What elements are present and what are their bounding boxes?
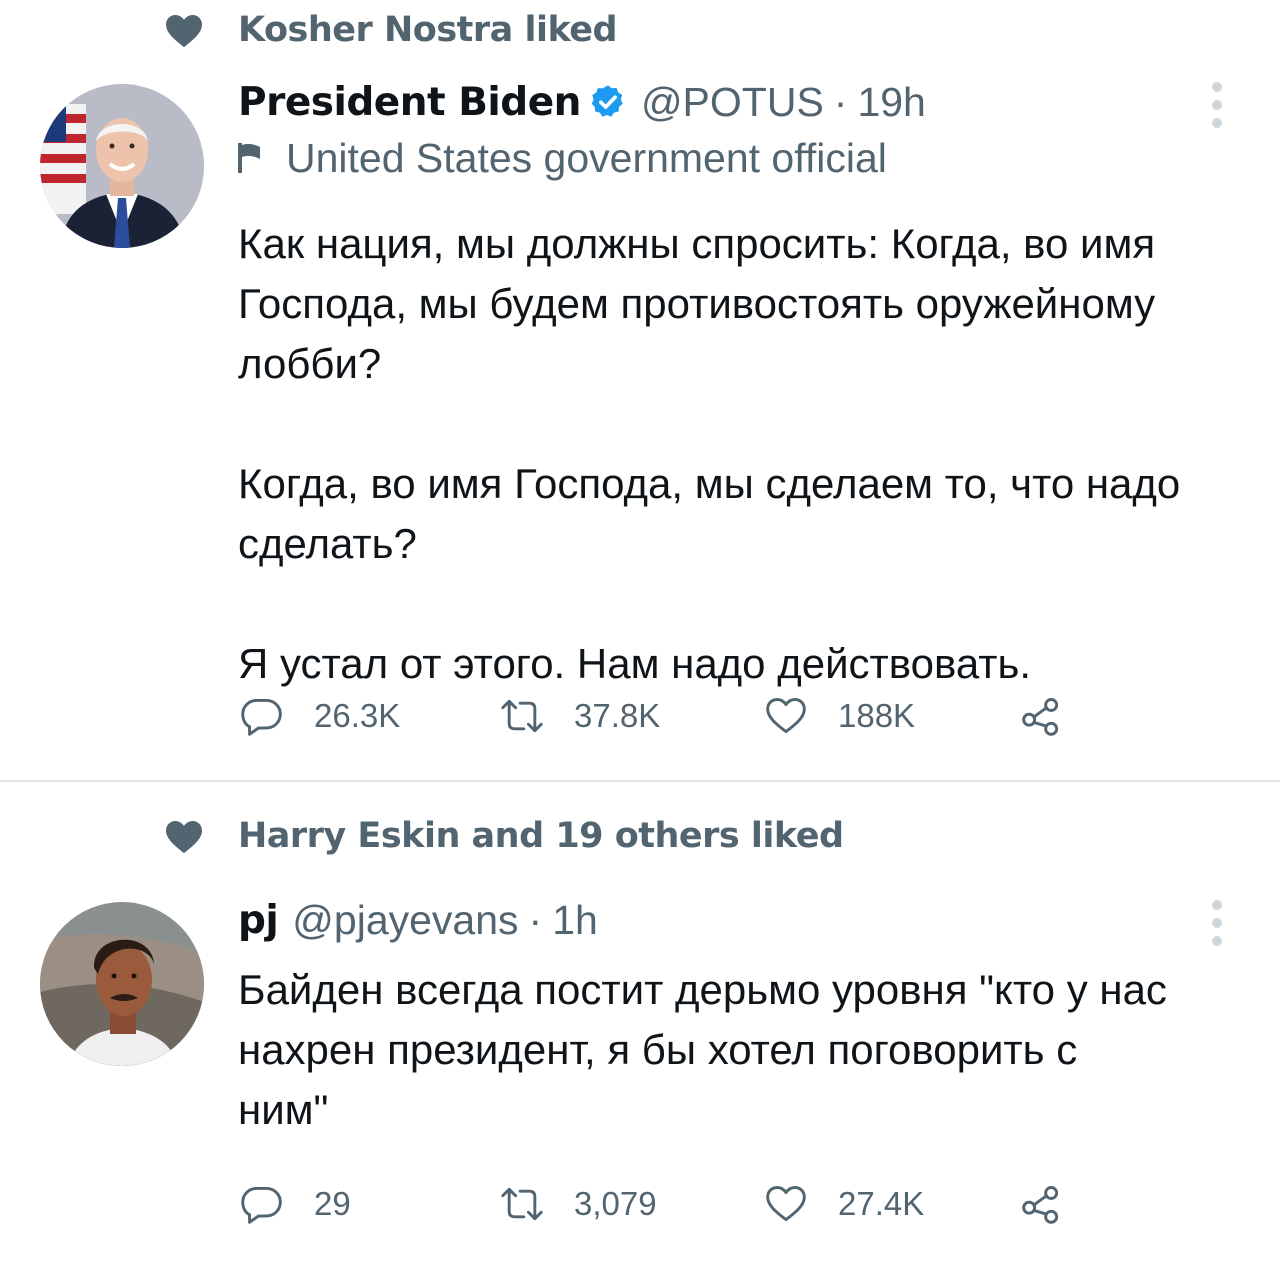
tweet-time[interactable]: 19h — [857, 79, 925, 126]
avatar[interactable] — [40, 902, 204, 1066]
tweet-time[interactable]: 1h — [552, 897, 598, 944]
tweet-paragraph: Я устал от этого. Нам надо действовать. — [238, 640, 1032, 687]
like-count: 27.4K — [838, 1185, 925, 1222]
tweet-content: pj @pjayevans · 1h Байден всегда постит … — [238, 892, 1198, 1140]
heart-icon — [166, 820, 202, 854]
avatar-photo — [40, 902, 204, 1066]
retweet-button[interactable]: 37.8K — [500, 694, 660, 738]
social-context: Kosher Nostra liked — [164, 10, 618, 50]
social-context-text: Harry Eskin and 19 others liked — [238, 816, 844, 856]
verified-badge-icon — [591, 85, 623, 117]
social-context-text: Kosher Nostra liked — [238, 10, 618, 50]
tweet-paragraph: Как нация, мы должны спросить: Когда, во… — [238, 220, 1156, 387]
tweet[interactable]: Harry Eskin and 19 others liked pj @pjay… — [0, 782, 1280, 1263]
retweet-icon — [501, 699, 543, 733]
reply-count: 29 — [314, 1185, 351, 1222]
tweet-content: President Biden @POTUS · 19h United Stat… — [238, 74, 1238, 694]
tweet-header: pj @pjayevans · 1h — [238, 892, 1198, 948]
reply-button[interactable]: 26.3K — [240, 694, 400, 738]
heart-icon — [166, 14, 202, 48]
avatar-photo — [40, 84, 204, 248]
social-context: Harry Eskin and 19 others liked — [164, 816, 844, 856]
like-icon — [766, 698, 806, 734]
tweet-paragraph: Байден всегда постит дерьмо уровня "кто … — [238, 966, 1167, 1133]
retweet-count: 37.8K — [574, 697, 661, 734]
account-label-text: United States government official — [286, 134, 887, 181]
retweet-button[interactable]: 3,079 — [500, 1182, 657, 1226]
tweet[interactable]: Kosher Nostra liked President Biden @POT… — [0, 0, 1280, 780]
like-button[interactable]: 188K — [764, 694, 915, 738]
share-icon — [1022, 698, 1059, 736]
more-icon[interactable] — [1212, 82, 1224, 136]
author-handle[interactable]: @POTUS — [641, 79, 824, 126]
retweet-icon — [501, 1187, 543, 1221]
tweet-text: Байден всегда постит дерьмо уровня "кто … — [238, 960, 1178, 1140]
tweet-header: President Biden @POTUS · 19h — [238, 74, 1238, 130]
reply-icon — [241, 1186, 282, 1224]
reply-icon — [241, 698, 282, 736]
separator-dot: · — [528, 896, 543, 943]
like-button[interactable]: 27.4K — [764, 1182, 924, 1226]
tweet-paragraph: Когда, во имя Господа, мы сделаем то, чт… — [238, 460, 1181, 567]
author-name[interactable]: President Biden — [238, 80, 581, 125]
like-count: 188K — [838, 697, 916, 734]
reply-button[interactable]: 29 — [240, 1182, 351, 1226]
author-handle[interactable]: @pjayevans — [292, 897, 518, 944]
flag-icon — [238, 143, 260, 173]
share-icon — [1022, 1186, 1059, 1224]
like-icon — [766, 1186, 806, 1222]
share-button[interactable] — [1020, 1182, 1064, 1226]
author-name[interactable]: pj — [238, 898, 279, 943]
reply-count: 26.3K — [314, 697, 401, 734]
share-button[interactable] — [1020, 694, 1064, 738]
separator-dot: · — [833, 78, 848, 125]
more-icon[interactable] — [1212, 900, 1224, 954]
tweet-text: Как нация, мы должны спросить: Когда, во… — [238, 214, 1198, 694]
account-label: United States government official — [238, 130, 1238, 186]
avatar[interactable] — [40, 84, 204, 248]
retweet-count: 3,079 — [574, 1185, 657, 1222]
